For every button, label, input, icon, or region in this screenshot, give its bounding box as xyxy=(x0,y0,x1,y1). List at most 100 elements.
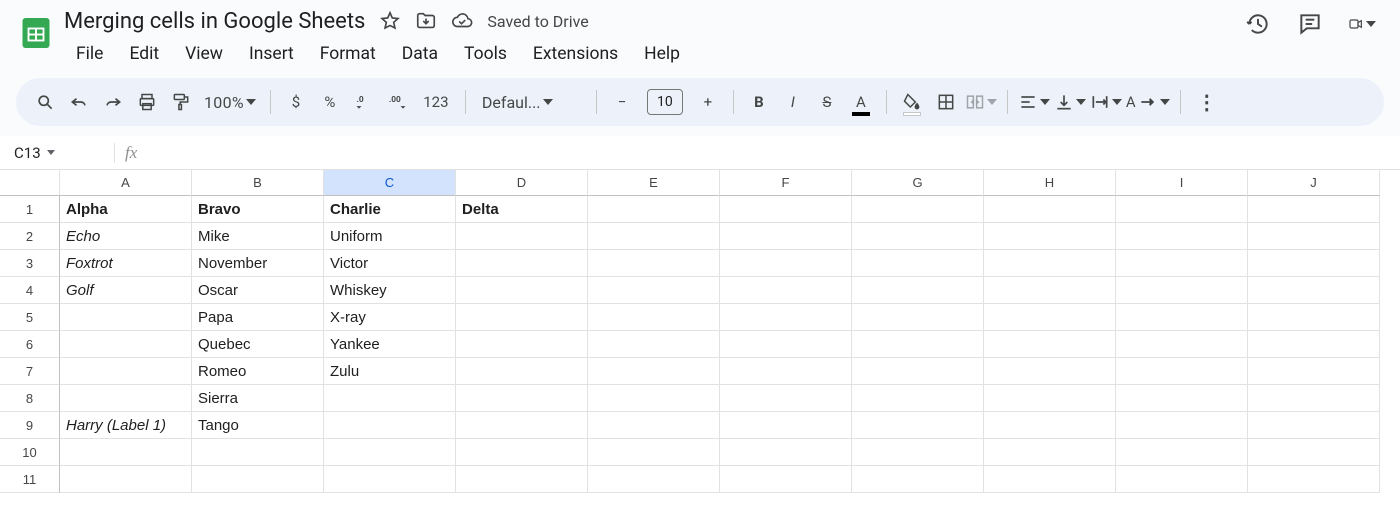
cell-B6[interactable]: Quebec xyxy=(192,331,324,358)
cell-I10[interactable] xyxy=(1116,439,1248,466)
cell-H9[interactable] xyxy=(984,412,1116,439)
cell-E11[interactable] xyxy=(588,466,720,493)
cell-G1[interactable] xyxy=(852,196,984,223)
menu-tools[interactable]: Tools xyxy=(452,41,519,67)
cell-J8[interactable] xyxy=(1248,385,1380,412)
redo-icon[interactable] xyxy=(98,87,128,117)
column-header-D[interactable]: D xyxy=(456,170,588,196)
font-dropdown[interactable]: Defaul... xyxy=(476,93,586,112)
cell-G2[interactable] xyxy=(852,223,984,250)
cell-C3[interactable]: Victor xyxy=(324,250,456,277)
menu-view[interactable]: View xyxy=(173,41,235,67)
cell-E3[interactable] xyxy=(588,250,720,277)
cell-J3[interactable] xyxy=(1248,250,1380,277)
cell-B10[interactable] xyxy=(192,439,324,466)
video-call-icon[interactable] xyxy=(1348,10,1376,38)
cell-E9[interactable] xyxy=(588,412,720,439)
cell-B5[interactable]: Papa xyxy=(192,304,324,331)
cell-J5[interactable] xyxy=(1248,304,1380,331)
row-header-3[interactable]: 3 xyxy=(0,250,60,277)
cell-J1[interactable] xyxy=(1248,196,1380,223)
menu-insert[interactable]: Insert xyxy=(237,41,306,67)
print-icon[interactable] xyxy=(132,87,162,117)
cell-H5[interactable] xyxy=(984,304,1116,331)
cell-A9[interactable]: Harry (Label 1) xyxy=(60,412,192,439)
cell-I7[interactable] xyxy=(1116,358,1248,385)
strikethrough-button[interactable]: S xyxy=(812,87,842,117)
column-header-A[interactable]: A xyxy=(60,170,192,196)
cell-C11[interactable] xyxy=(324,466,456,493)
cell-D9[interactable] xyxy=(456,412,588,439)
cell-D1[interactable]: Delta xyxy=(456,196,588,223)
cell-A4[interactable]: Golf xyxy=(60,277,192,304)
horizontal-align-icon[interactable] xyxy=(1018,87,1050,117)
cell-I1[interactable] xyxy=(1116,196,1248,223)
cell-C10[interactable] xyxy=(324,439,456,466)
cell-F4[interactable] xyxy=(720,277,852,304)
cell-A1[interactable]: Alpha xyxy=(60,196,192,223)
row-header-10[interactable]: 10 xyxy=(0,439,60,466)
cell-H1[interactable] xyxy=(984,196,1116,223)
cell-C5[interactable]: X-ray xyxy=(324,304,456,331)
name-box[interactable]: C13 xyxy=(8,144,104,162)
cell-H6[interactable] xyxy=(984,331,1116,358)
cell-F2[interactable] xyxy=(720,223,852,250)
cell-A11[interactable] xyxy=(60,466,192,493)
cell-I6[interactable] xyxy=(1116,331,1248,358)
cell-E4[interactable] xyxy=(588,277,720,304)
cell-G11[interactable] xyxy=(852,466,984,493)
cell-C1[interactable]: Charlie xyxy=(324,196,456,223)
cell-I8[interactable] xyxy=(1116,385,1248,412)
text-rotation-icon[interactable]: A xyxy=(1126,87,1170,117)
cell-E6[interactable] xyxy=(588,331,720,358)
cell-E7[interactable] xyxy=(588,358,720,385)
menu-format[interactable]: Format xyxy=(308,41,388,67)
cell-C8[interactable] xyxy=(324,385,456,412)
cell-F10[interactable] xyxy=(720,439,852,466)
cell-G6[interactable] xyxy=(852,331,984,358)
cell-F3[interactable] xyxy=(720,250,852,277)
paint-format-icon[interactable] xyxy=(166,87,196,117)
search-menu-icon[interactable] xyxy=(30,87,60,117)
cell-I2[interactable] xyxy=(1116,223,1248,250)
fill-color-icon[interactable] xyxy=(897,87,927,117)
cell-F8[interactable] xyxy=(720,385,852,412)
cell-A5[interactable] xyxy=(60,304,192,331)
cell-D10[interactable] xyxy=(456,439,588,466)
cell-C7[interactable]: Zulu xyxy=(324,358,456,385)
cell-D7[interactable] xyxy=(456,358,588,385)
cell-H3[interactable] xyxy=(984,250,1116,277)
move-folder-icon[interactable] xyxy=(415,10,437,32)
row-header-4[interactable]: 4 xyxy=(0,277,60,304)
cell-B7[interactable]: Romeo xyxy=(192,358,324,385)
cell-A3[interactable]: Foxtrot xyxy=(60,250,192,277)
cell-I11[interactable] xyxy=(1116,466,1248,493)
column-header-F[interactable]: F xyxy=(720,170,852,196)
cell-H11[interactable] xyxy=(984,466,1116,493)
text-color-button[interactable]: A xyxy=(846,87,876,117)
cell-G5[interactable] xyxy=(852,304,984,331)
cell-B1[interactable]: Bravo xyxy=(192,196,324,223)
cell-H2[interactable] xyxy=(984,223,1116,250)
cell-G7[interactable] xyxy=(852,358,984,385)
cell-I4[interactable] xyxy=(1116,277,1248,304)
cell-G3[interactable] xyxy=(852,250,984,277)
cell-A6[interactable] xyxy=(60,331,192,358)
column-header-I[interactable]: I xyxy=(1116,170,1248,196)
cell-C9[interactable] xyxy=(324,412,456,439)
cell-F1[interactable] xyxy=(720,196,852,223)
cell-G10[interactable] xyxy=(852,439,984,466)
cell-J6[interactable] xyxy=(1248,331,1380,358)
cell-G9[interactable] xyxy=(852,412,984,439)
cell-C4[interactable]: Whiskey xyxy=(324,277,456,304)
cell-J11[interactable] xyxy=(1248,466,1380,493)
italic-button[interactable]: I xyxy=(778,87,808,117)
cell-I9[interactable] xyxy=(1116,412,1248,439)
column-header-G[interactable]: G xyxy=(852,170,984,196)
column-header-J[interactable]: J xyxy=(1248,170,1380,196)
row-header-5[interactable]: 5 xyxy=(0,304,60,331)
borders-icon[interactable] xyxy=(931,87,961,117)
cell-E2[interactable] xyxy=(588,223,720,250)
cell-A10[interactable] xyxy=(60,439,192,466)
cell-H4[interactable] xyxy=(984,277,1116,304)
